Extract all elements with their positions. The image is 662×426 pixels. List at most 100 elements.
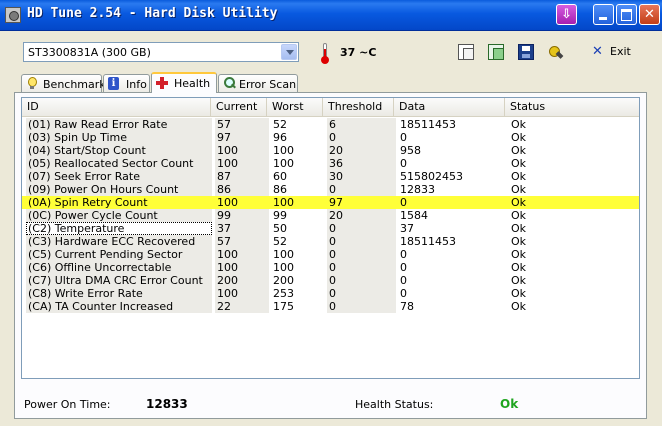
copy-text-icon[interactable] (458, 44, 474, 60)
cell-data: 1584 (400, 209, 428, 222)
cell-data: 0 (400, 274, 407, 287)
cell-threshold: 0 (327, 287, 396, 300)
smart-table[interactable]: ID Current Worst Threshold Data Status (… (21, 97, 640, 379)
cell-current: 86 (215, 183, 269, 196)
cell-worst: 100 (273, 248, 294, 261)
table-row[interactable]: (07) Seek Error Rate 87 60 30 515802453 Ok (22, 170, 639, 183)
table-row[interactable]: (03) Spin Up Time 97 96 0 0 Ok (22, 131, 639, 144)
download-button[interactable]: ⇩ (556, 4, 577, 25)
table-row[interactable]: (05) Reallocated Sector Count 100 100 36 0 Ok (22, 157, 639, 170)
cell-id: (07) Seek Error Rate (26, 170, 212, 183)
cell-id: (03) Spin Up Time (26, 131, 212, 144)
cell-data: 0 (400, 261, 407, 274)
table-row[interactable]: (C2) Temperature 37 50 0 37 Ok (22, 222, 639, 235)
chevron-down-icon[interactable] (281, 44, 297, 60)
cell-data: 18511453 (400, 235, 456, 248)
cell-data: 0 (400, 131, 407, 144)
minimize-icon (599, 17, 607, 20)
thermometer-icon (320, 42, 330, 64)
cell-status: Ok (511, 248, 527, 261)
cell-threshold: 0 (327, 235, 396, 248)
save-icon[interactable] (518, 44, 534, 60)
cell-current: 100 (215, 287, 269, 300)
drive-select[interactable]: ST3300831A (300 GB) (23, 42, 299, 62)
table-row[interactable]: (C5) Current Pending Sector 100 100 0 0 Ok (22, 248, 639, 261)
cell-threshold: 0 (327, 274, 396, 287)
cell-id: (C6) Offline Uncorrectable (26, 261, 212, 274)
title-bar[interactable]: HD Tune 2.54 - Hard Disk Utility ⇩ ✕ (0, 0, 662, 31)
close-button[interactable]: ✕ (639, 4, 660, 25)
cell-status: Ok (511, 235, 527, 248)
cell-current: 200 (215, 274, 269, 287)
cell-worst: 52 (273, 235, 287, 248)
cell-id: (09) Power On Hours Count (26, 183, 212, 196)
exit-icon: ✕ (592, 44, 603, 59)
health-panel: ID Current Worst Threshold Data Status (… (14, 92, 647, 419)
cell-status: Ok (511, 209, 527, 222)
table-row[interactable]: (0A) Spin Retry Count 100 100 97 0 Ok (22, 196, 639, 209)
copy-screenshot-icon[interactable] (488, 44, 504, 60)
tab-error-scan[interactable]: Error Scan (218, 74, 298, 92)
cell-status: Ok (511, 274, 527, 287)
table-row[interactable]: (C3) Hardware ECC Recovered 57 52 0 18511453… (22, 235, 639, 248)
cell-worst: 100 (273, 144, 294, 157)
minimize-button[interactable] (593, 4, 614, 25)
cell-worst: 99 (273, 209, 287, 222)
cell-current: 99 (215, 209, 269, 222)
cell-data: 37 (400, 222, 414, 235)
column-header-current[interactable]: Current (211, 98, 267, 116)
column-header-data[interactable]: Data (394, 98, 505, 116)
column-header-threshold[interactable]: Threshold (323, 98, 394, 116)
cell-data: 18511453 (400, 118, 456, 131)
table-row[interactable]: (C8) Write Error Rate 100 253 0 0 Ok (22, 287, 639, 300)
table-row[interactable]: (01) Raw Read Error Rate 57 52 6 18511453 Ok (22, 118, 639, 131)
cell-threshold: 97 (327, 196, 396, 209)
cell-worst: 175 (273, 300, 294, 313)
column-header-worst[interactable]: Worst (267, 98, 323, 116)
table-row[interactable]: (CA) TA Counter Increased 22 175 0 78 Ok (22, 300, 639, 313)
tab-label: Info (126, 78, 147, 91)
cell-data: 0 (400, 248, 407, 261)
cell-worst: 100 (273, 261, 294, 274)
temperature-readout: 37 ~C (340, 46, 377, 59)
close-icon: ✕ (644, 7, 655, 22)
cell-current: 100 (215, 261, 269, 274)
cell-threshold: 20 (327, 144, 396, 157)
tab-health[interactable]: Health (151, 72, 217, 93)
cell-threshold: 0 (327, 183, 396, 196)
cell-status: Ok (511, 170, 527, 183)
cell-worst: 100 (271, 196, 325, 209)
cell-current: 87 (215, 170, 269, 183)
cell-data: 12833 (400, 183, 435, 196)
table-row[interactable]: (C6) Offline Uncorrectable 100 100 0 0 Ok (22, 261, 639, 274)
drive-select-value: ST3300831A (300 GB) (28, 46, 151, 59)
cell-id: (C2) Temperature (26, 222, 212, 235)
cell-threshold: 0 (327, 222, 396, 235)
column-header-status[interactable]: Status (505, 98, 639, 116)
cell-worst: 96 (273, 131, 287, 144)
cell-threshold: 20 (327, 209, 396, 222)
power-on-time-label: Power On Time: (24, 398, 111, 411)
tab-benchmark[interactable]: Benchmark (21, 74, 106, 92)
maximize-button[interactable] (616, 4, 637, 25)
cell-threshold: 0 (327, 261, 396, 274)
tab-label: Error Scan (239, 78, 297, 91)
exit-button[interactable]: ✕ Exit (590, 44, 636, 60)
table-row[interactable]: (09) Power On Hours Count 86 86 0 12833 Ok (22, 183, 639, 196)
cell-status: Ok (511, 131, 527, 144)
health-status-value: Ok (500, 397, 519, 411)
options-icon[interactable] (548, 44, 564, 60)
column-header-id[interactable]: ID (22, 98, 211, 116)
cell-worst: 52 (273, 118, 287, 131)
cell-worst: 86 (273, 183, 287, 196)
cell-id: (C5) Current Pending Sector (26, 248, 212, 261)
cell-id: (0A) Spin Retry Count (26, 196, 212, 209)
tab-info[interactable]: i Info (103, 74, 150, 92)
table-row[interactable]: (0C) Power Cycle Count 99 99 20 1584 Ok (22, 209, 639, 222)
cell-data: 0 (400, 157, 407, 170)
magnifier-icon (223, 77, 235, 90)
table-row[interactable]: (C7) Ultra DMA CRC Error Count 200 200 0 0 Ok (22, 274, 639, 287)
table-row[interactable]: (04) Start/Stop Count 100 100 20 958 Ok (22, 144, 639, 157)
maximize-icon (621, 9, 632, 21)
cell-threshold: 6 (327, 118, 396, 131)
